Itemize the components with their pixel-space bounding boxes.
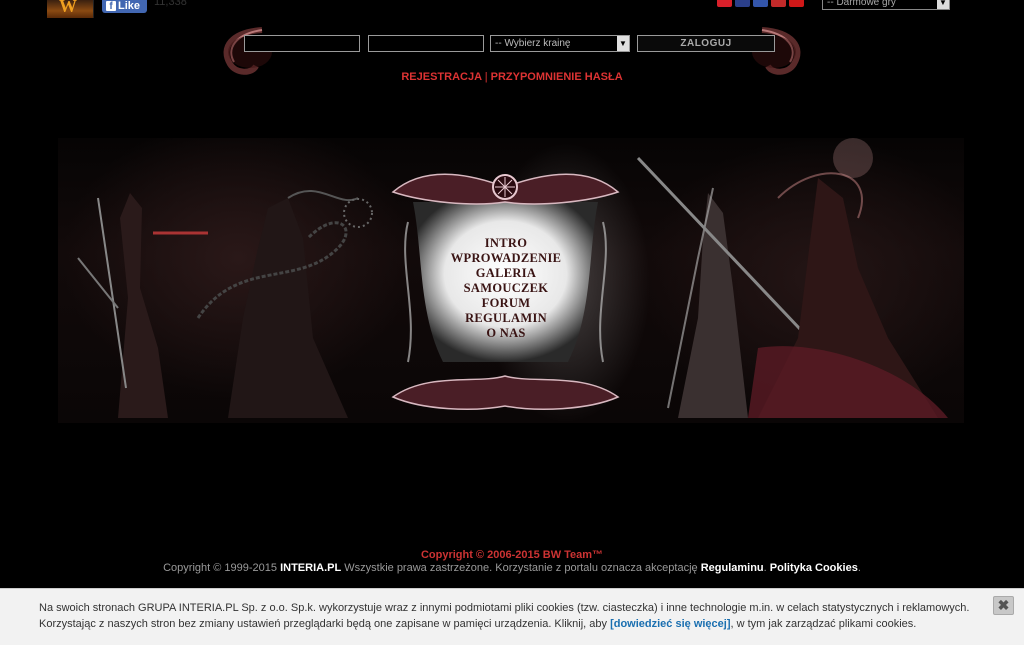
account-links: REJESTRACJA | PRZYPOMNIENIE HASŁA xyxy=(0,71,1024,83)
realm-select-value: -- Wybierz krainę xyxy=(495,38,571,49)
flag-pl-icon[interactable] xyxy=(717,0,732,7)
cookie-text-line1: Na swoich stronach GRUPA INTERIA.PL Sp. … xyxy=(39,602,970,614)
cookies-policy-link[interactable]: Polityka Cookies xyxy=(770,562,858,574)
left-warrior-figure xyxy=(77,193,208,418)
cookie-notice: Na swoich stronach GRUPA INTERIA.PL Sp. … xyxy=(0,588,1024,645)
flag-tr-icon[interactable] xyxy=(789,0,804,7)
menu-item-o-nas[interactable]: O NAS xyxy=(441,326,571,341)
logo-letter: W xyxy=(59,0,77,16)
interia-copyright: Copyright © 1999-2015 INTERIA.PL Wszystk… xyxy=(0,562,1024,574)
flag-ru-icon[interactable] xyxy=(771,0,786,7)
footer-period: . xyxy=(857,562,861,574)
chain-warrior-figure xyxy=(196,190,373,418)
menu-item-forum[interactable]: FORUM xyxy=(441,296,571,311)
flag-gb-icon[interactable] xyxy=(735,0,750,7)
free-games-select[interactable]: -- Darmowe gry ▼ xyxy=(822,0,950,10)
bw-team-copyright: Copyright © 2006-2015 BW Team™ xyxy=(420,549,604,561)
facebook-like-count: 11,338 xyxy=(154,0,187,8)
cookie-learn-more-link[interactable]: [dowiedzieć się więcej] xyxy=(610,618,730,630)
register-link[interactable]: REJESTRACJA xyxy=(401,71,481,83)
username-input[interactable] xyxy=(244,35,360,52)
facebook-like-button[interactable]: f Like xyxy=(102,0,147,13)
flag-fr-icon[interactable] xyxy=(753,0,768,7)
login-button[interactable]: ZALOGUJ xyxy=(637,35,775,52)
menu-item-galeria[interactable]: GALERIA xyxy=(441,266,571,281)
realm-select[interactable]: -- Wybierz krainę ▼ xyxy=(490,35,630,52)
dancer-warrior-figure xyxy=(748,138,948,418)
menu-item-intro[interactable]: INTRO xyxy=(441,236,571,251)
regulamin-link[interactable]: Regulaminu xyxy=(701,562,764,574)
site-logo[interactable]: W xyxy=(47,0,94,18)
language-flags xyxy=(717,0,804,7)
facebook-like-label: Like xyxy=(118,0,141,12)
chevron-down-icon: ▼ xyxy=(937,0,949,9)
cookie-text-line2-prefix: Korzystając z naszych stron bez zmiany u… xyxy=(39,618,611,630)
cookie-text-line2: Korzystając z naszych stron bez zmiany u… xyxy=(39,616,1024,632)
interia-name: INTERIA.PL xyxy=(280,562,342,574)
rights-text: Wszystkie prawa zastrzeżone. Korzystanie… xyxy=(341,562,701,574)
menu-item-samouczek[interactable]: SAMOUCZEK xyxy=(441,281,571,296)
password-input[interactable] xyxy=(368,35,484,52)
close-icon[interactable]: ✖ xyxy=(993,596,1014,615)
chevron-down-icon: ▼ xyxy=(617,36,629,51)
menu-item-regulamin[interactable]: REGULAMIN xyxy=(441,311,571,326)
link-separator: | xyxy=(484,71,488,83)
free-games-select-value: -- Darmowe gry xyxy=(827,0,896,8)
remind-password-link[interactable]: PRZYPOMNIENIE HASŁA xyxy=(491,71,623,83)
menu-item-wprowadzenie[interactable]: WPROWADZENIE xyxy=(441,251,571,266)
main-menu: INTRO WPROWADZENIE GALERIA SAMOUCZEK FOR… xyxy=(441,236,571,341)
cookie-text-line2-suffix: , w tym jak zarządzać plikami cookies. xyxy=(730,618,917,630)
facebook-icon: f xyxy=(106,1,116,12)
copyright-prefix: Copyright © 1999-2015 xyxy=(163,562,281,574)
